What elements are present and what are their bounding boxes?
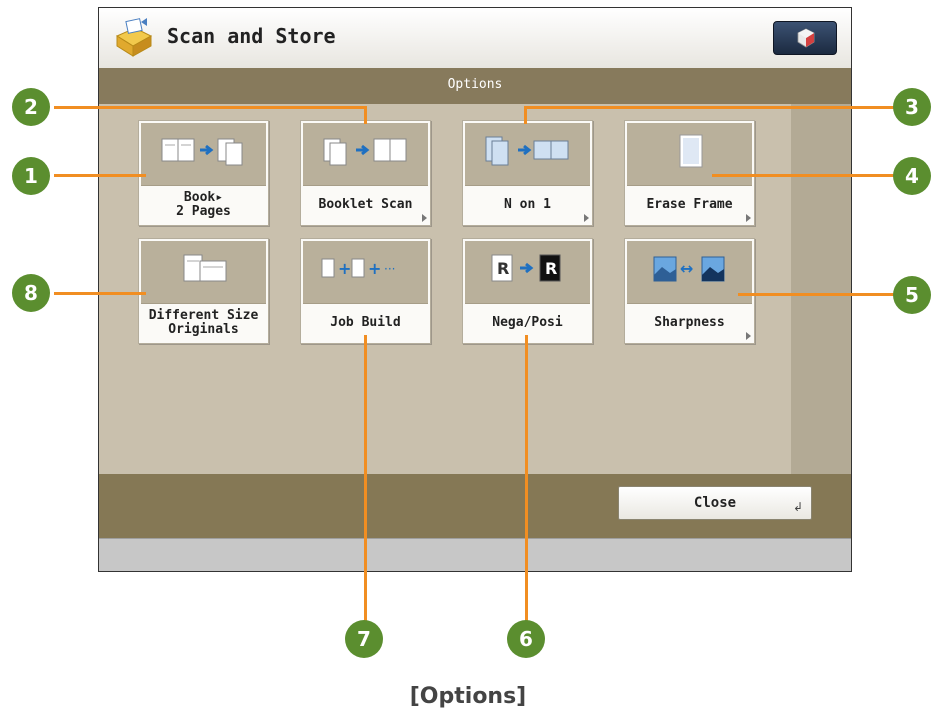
svg-text:R: R (545, 259, 557, 278)
book-pages-icon (154, 131, 254, 175)
device-screen: Scan and Store Options Close ↲ Book▸ 2 P… (98, 7, 852, 572)
callout-line-1 (54, 174, 146, 177)
booklet-scan-icon (316, 131, 416, 175)
callout-badge-6: 6 (507, 620, 545, 658)
settings-button[interactable] (773, 21, 837, 55)
option-different-size-originals[interactable]: Different Size Originals (138, 238, 269, 344)
callout-badge-1: 1 (12, 157, 50, 195)
figure-caption: [Options] (409, 684, 527, 709)
option-job-build[interactable]: + + ··· Job Build (300, 238, 431, 344)
svg-text:+: + (338, 259, 351, 278)
close-label: Close (693, 495, 737, 511)
enter-arrow-icon: ↲ (792, 500, 803, 514)
submenu-arrow-icon (746, 332, 751, 340)
option-nega-posi[interactable]: R R Nega/Posi (462, 238, 593, 344)
callout-badge-3: 3 (893, 88, 931, 126)
app-title: Scan and Store (167, 24, 336, 48)
option-label: Different Size Originals (148, 308, 259, 337)
scroll-area (791, 104, 851, 474)
callout-line-3b (524, 106, 527, 124)
job-build-icon: + + ··· (316, 249, 416, 293)
callout-line-2 (54, 106, 364, 109)
different-size-originals-icon (154, 249, 254, 293)
svg-text:R: R (497, 259, 509, 278)
callout-line-8 (54, 292, 146, 295)
submenu-arrow-icon (746, 214, 751, 222)
submenu-arrow-icon (584, 214, 589, 222)
callout-badge-7: 7 (345, 620, 383, 658)
option-n-on-1[interactable]: N on 1 (462, 120, 593, 226)
close-button[interactable]: Close ↲ (618, 486, 812, 520)
callout-line-7 (364, 335, 367, 623)
callout-line-5 (738, 293, 900, 296)
callout-line-6 (525, 335, 528, 623)
sharpness-icon: ↔ (640, 249, 740, 293)
option-label: Sharpness (654, 315, 725, 330)
svg-text:···: ··· (384, 262, 395, 276)
callout-line-3 (524, 106, 900, 109)
option-label: Erase Frame (646, 197, 733, 212)
callout-line-4 (712, 174, 900, 177)
callout-badge-4: 4 (893, 157, 931, 195)
svg-text:+: + (368, 259, 381, 278)
svg-text:↔: ↔ (680, 259, 693, 278)
option-sharpness[interactable]: ↔ Sharpness (624, 238, 755, 344)
option-erase-frame[interactable]: Erase Frame (624, 120, 755, 226)
callout-badge-8: 8 (12, 274, 50, 312)
n-on-1-icon (478, 131, 578, 175)
option-booklet-scan[interactable]: Booklet Scan (300, 120, 431, 226)
scan-and-store-icon (113, 18, 155, 58)
option-label: Book▸ 2 Pages (176, 190, 231, 219)
option-label: Booklet Scan (318, 197, 413, 212)
erase-frame-icon (640, 131, 740, 175)
options-header-bar: Options (99, 68, 851, 104)
options-title: Options (447, 77, 503, 92)
callout-badge-2: 2 (12, 88, 50, 126)
title-bar: Scan and Store (99, 8, 851, 69)
callout-badge-5: 5 (893, 276, 931, 314)
callout-line-2b (364, 106, 367, 124)
nega-posi-icon: R R (478, 249, 578, 293)
option-label: N on 1 (504, 197, 551, 212)
status-bar (99, 538, 851, 571)
submenu-arrow-icon (422, 214, 427, 222)
option-book-2-pages[interactable]: Book▸ 2 Pages (138, 120, 269, 226)
